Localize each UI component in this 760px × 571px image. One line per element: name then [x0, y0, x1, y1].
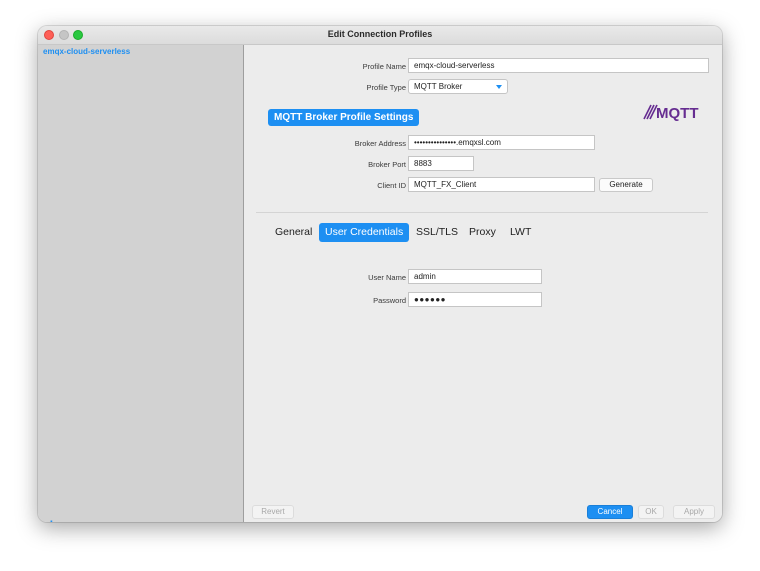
profiles-sidebar: emqx-cloud-serverless + −	[38, 45, 244, 522]
client-id-label: Client ID	[377, 181, 406, 190]
window-title: Edit Connection Profiles	[327, 29, 433, 39]
password-field[interactable]: ●●●●●●	[408, 292, 542, 307]
apply-button[interactable]: Apply	[673, 505, 715, 519]
user-name-label: User Name	[368, 273, 406, 282]
broker-address-field[interactable]: •••••••••••••••.emqxsl.com	[408, 135, 595, 150]
broker-settings-title: MQTT Broker Profile Settings	[268, 109, 420, 126]
broker-port-field[interactable]: 8883	[408, 156, 474, 171]
cancel-button[interactable]: Cancel	[587, 505, 633, 519]
profile-name-field[interactable]: emqx-cloud-serverless	[408, 58, 709, 73]
mqtt-logo-text: MQTT	[656, 105, 699, 121]
edit-connection-profiles-window: Edit Connection Profiles emqx-cloud-serv…	[38, 26, 722, 522]
profile-type-select[interactable]: MQTT Broker	[408, 79, 508, 94]
section-divider	[256, 212, 708, 213]
tab-general[interactable]: General	[275, 223, 312, 242]
profile-type-value: MQTT Broker	[414, 82, 463, 91]
ok-button[interactable]: OK	[638, 505, 664, 519]
generate-client-id-button[interactable]: Generate	[599, 178, 653, 192]
revert-button[interactable]: Revert	[252, 505, 294, 519]
sidebar-item-emqx-cloud-serverless[interactable]: emqx-cloud-serverless	[43, 47, 130, 56]
tab-ssl-tls[interactable]: SSL/TLS	[416, 223, 458, 242]
profile-name-label: Profile Name	[362, 62, 406, 71]
password-label: Password	[373, 296, 406, 305]
profile-type-label: Profile Type	[366, 83, 406, 92]
tab-lwt[interactable]: LWT	[510, 223, 531, 242]
add-profile-button[interactable]: +	[47, 517, 56, 522]
broker-address-label: Broker Address	[354, 139, 406, 148]
remove-profile-button[interactable]: −	[67, 517, 76, 522]
broker-port-label: Broker Port	[368, 160, 406, 169]
title-bar: Edit Connection Profiles	[38, 26, 722, 45]
client-id-field[interactable]: MQTT_FX_Client	[408, 177, 595, 192]
tab-proxy[interactable]: Proxy	[469, 223, 496, 242]
mqtt-logo-icon: MQTT	[643, 104, 699, 121]
tab-user-credentials[interactable]: User Credentials	[319, 223, 410, 242]
user-name-field[interactable]: admin	[408, 269, 542, 284]
chevron-down-icon	[496, 85, 502, 89]
profile-editor: Profile Name emqx-cloud-serverless Profi…	[244, 45, 722, 522]
